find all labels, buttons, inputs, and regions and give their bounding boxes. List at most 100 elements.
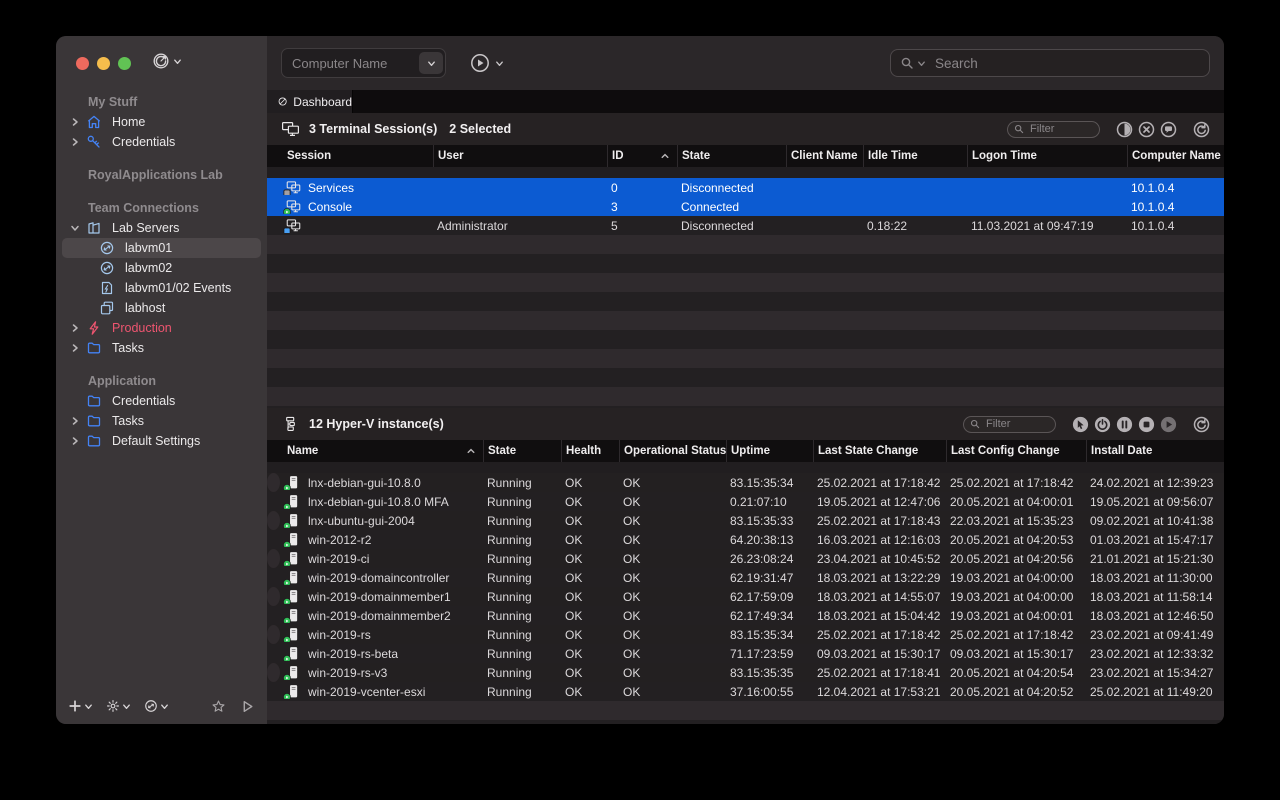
sidebar-item-tasks[interactable]: Tasks (62, 411, 261, 431)
cell-state: Running (483, 476, 561, 490)
disconnect-x-icon[interactable] (1138, 121, 1155, 138)
play-outline-button[interactable] (240, 699, 255, 714)
column-header-user[interactable]: User (433, 145, 607, 167)
column-header-uptime[interactable]: Uptime (726, 440, 813, 462)
logoff-icon[interactable] (1116, 121, 1133, 138)
cell-install-date: 18.03.2021 at 11:58:14 (1086, 590, 1224, 604)
column-header-client-name[interactable]: Client Name (786, 145, 863, 167)
sidebar-item-credentials[interactable]: Credentials (62, 132, 261, 152)
tab-dashboard[interactable]: Dashboard (267, 90, 353, 113)
cell-last-config-change: 25.02.2021 at 17:18:42 (946, 476, 1086, 490)
cell-state: Running (483, 685, 561, 699)
connect-button[interactable] (144, 699, 169, 713)
column-header-last-state-change[interactable]: Last State Change (813, 440, 946, 462)
connect-cursor-icon[interactable] (1072, 416, 1089, 433)
zoom-window-button[interactable] (118, 57, 131, 70)
terminal-session-row[interactable]: Administrator5Disconnected0.18:2211.03.2… (267, 216, 1224, 235)
terminal-filter-field[interactable] (1007, 121, 1100, 138)
hyperv-vm-row[interactable]: win-2019-domaincontrollerRunningOKOK62.1… (267, 568, 1224, 587)
hyperv-vm-row[interactable]: win-2019-vcenter-esxiRunningOKOK37.16:00… (267, 682, 1224, 701)
hyperv-vm-row[interactable]: win-2019-rsRunningOKOK83.15:35:3425.02.2… (267, 625, 280, 644)
hyperv-vm-row[interactable]: lnx-debian-gui-10.8.0 MFARunningOKOK0.21… (267, 492, 1224, 511)
hyperv-vm-row[interactable]: win-2019-ciRunningOKOK26.23:08:2423.04.2… (267, 549, 280, 568)
computer-name-input[interactable] (282, 56, 417, 71)
cell-last-config-change: 20.05.2021 at 04:20:52 (946, 685, 1086, 699)
sidebar-item-production[interactable]: Production (62, 318, 261, 338)
search-field[interactable] (890, 49, 1210, 77)
hyperv-vm-row[interactable]: win-2019-domainmember2RunningOKOK62.17:4… (267, 606, 1224, 625)
chevron-down-icon (122, 702, 131, 711)
hyperv-filter-input[interactable] (984, 417, 1049, 431)
cell-idle-time: 0.18:22 (863, 219, 967, 233)
sidebar-item-tasks[interactable]: Tasks (62, 338, 261, 358)
terminal-filter-input[interactable] (1028, 122, 1093, 136)
home-icon (86, 114, 102, 130)
sidebar-item-credentials[interactable]: Credentials (62, 391, 261, 411)
computer-name-dropdown-button[interactable] (419, 52, 443, 74)
search-input[interactable] (933, 55, 1200, 72)
cell-uptime: 71.17:23:59 (726, 647, 813, 661)
column-header-state[interactable]: State (677, 145, 786, 167)
hyperv-panel-title: 12 Hyper-V instance(s) (309, 417, 444, 431)
sidebar-item-default-settings[interactable]: Default Settings (62, 431, 261, 451)
column-header-computer-name[interactable]: Computer Name (1127, 145, 1224, 167)
column-header-state[interactable]: State (483, 440, 561, 462)
sidebar-item-label: Credentials (112, 391, 175, 411)
play-circle-icon (470, 53, 490, 73)
sidebar-item-home[interactable]: Home (62, 112, 261, 132)
column-header-install-date[interactable]: Install Date (1086, 440, 1224, 462)
column-header-health[interactable]: Health (561, 440, 619, 462)
column-header-last-config-change[interactable]: Last Config Change (946, 440, 1086, 462)
hyperv-vm-row[interactable]: win-2019-rs-v3RunningOKOK83.15:35:3525.0… (267, 663, 280, 682)
star-button[interactable] (211, 699, 226, 714)
column-header-logon-time[interactable]: Logon Time (967, 145, 1127, 167)
blue-square-badge (283, 227, 291, 233)
terminal-session-row[interactable]: Services0Disconnected10.1.0.4 (267, 178, 1224, 197)
minimize-window-button[interactable] (97, 57, 110, 70)
pause-icon[interactable] (1116, 416, 1133, 433)
cell-health: OK (561, 514, 619, 528)
sidebar-item-labhost[interactable]: labhost (62, 298, 261, 318)
gear-icon (106, 699, 120, 713)
play-icon[interactable] (1160, 416, 1177, 433)
add-button[interactable] (68, 699, 93, 713)
terminal-session-row[interactable]: Console3Connected10.1.0.4 (267, 197, 1224, 216)
cell-last-state-change: 25.02.2021 at 17:18:43 (813, 514, 946, 528)
refresh-icon[interactable] (1193, 121, 1210, 138)
section-header-team-connections: Team Connections (56, 198, 267, 218)
sidebar-item-labvm01[interactable]: labvm01 (62, 238, 261, 258)
close-window-button[interactable] (76, 57, 89, 70)
hyperv-filter-field[interactable] (963, 416, 1056, 433)
app-menu-button[interactable] (152, 52, 182, 70)
sidebar-item-label: Default Settings (112, 431, 200, 451)
column-header-id[interactable]: ID (607, 145, 677, 167)
gear-button[interactable] (106, 699, 131, 713)
cell-uptime: 0.21:07:10 (726, 495, 813, 509)
cell-last-state-change: 18.03.2021 at 14:55:07 (813, 590, 946, 604)
connect-split-button[interactable] (470, 53, 504, 73)
hyperv-vm-row[interactable]: lnx-ubuntu-gui-2004RunningOKOK83.15:35:3… (267, 511, 280, 530)
column-header-idle-time[interactable]: Idle Time (863, 145, 967, 167)
column-header-session[interactable]: Session (267, 145, 433, 167)
send-message-icon[interactable] (1160, 121, 1177, 138)
main-area: Dashboard 3 Terminal Session(s) 2 Select… (267, 36, 1224, 724)
cell-session: Services (267, 180, 433, 195)
hyperv-vm-row[interactable]: lnx-debian-gui-10.8.0RunningOKOK83.15:35… (267, 473, 280, 492)
stop-icon[interactable] (1138, 416, 1155, 433)
power-icon[interactable] (1094, 416, 1111, 433)
sidebar-item-label: labvm01 (125, 238, 172, 258)
sidebar-item-labvm02[interactable]: labvm02 (62, 258, 261, 278)
sidebar-item-labvm01-02-events[interactable]: labvm01/02 Events (62, 278, 261, 298)
cell-health: OK (561, 647, 619, 661)
hyperv-vm-row[interactable]: win-2012-r2RunningOKOK64.20:38:1316.03.2… (267, 530, 1224, 549)
dashboard-icon (278, 95, 287, 108)
column-header-operational-status[interactable]: Operational Status (619, 440, 726, 462)
sidebar-item-label: Home (112, 112, 145, 132)
column-header-name[interactable]: Name (267, 440, 483, 462)
hyperv-vm-row[interactable]: win-2019-domainmember1RunningOKOK62.17:5… (267, 587, 280, 606)
hyperv-vm-row[interactable]: win-2019-rs-betaRunningOKOK71.17:23:5909… (267, 644, 1224, 663)
refresh-icon[interactable] (1193, 416, 1210, 433)
sidebar-item-lab-servers[interactable]: Lab Servers (62, 218, 261, 238)
cell-last-config-change: 20.05.2021 at 04:00:01 (946, 495, 1086, 509)
computer-name-combobox[interactable] (281, 48, 446, 78)
